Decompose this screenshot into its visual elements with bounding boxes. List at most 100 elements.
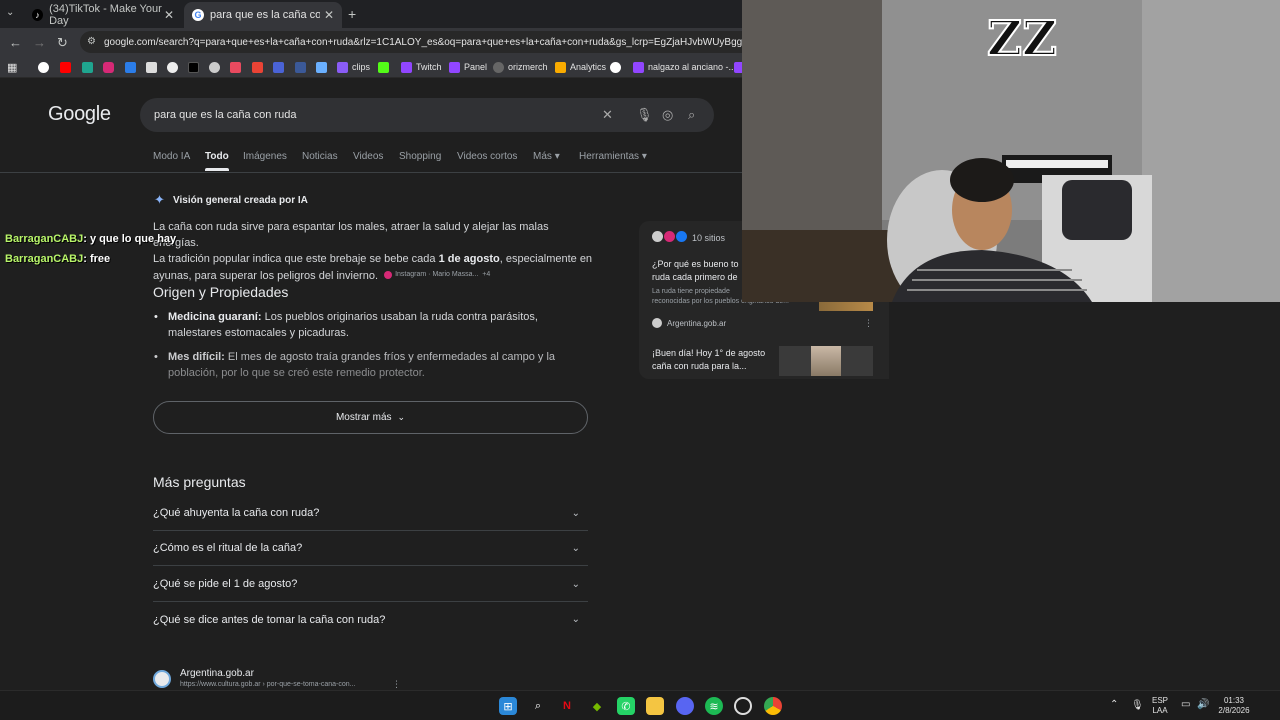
- source-card-title[interactable]: ruda cada primero de: [652, 271, 738, 283]
- bookmark-ext-icon[interactable]: [734, 60, 742, 74]
- tab-videos[interactable]: Videos: [353, 151, 383, 162]
- back-icon[interactable]: ←: [9, 35, 22, 50]
- webcam-scene: ZZ: [742, 0, 1280, 302]
- bullet-item: Medicina guaraní: Los pueblos originario…: [154, 309, 588, 341]
- spotify-icon[interactable]: ≋: [705, 697, 723, 715]
- bookmark-nalgazo[interactable]: nalgazo al anciano -...: [633, 60, 736, 74]
- chevron-down-icon: ⌄: [571, 507, 580, 519]
- webcam-overlay: ZZ: [742, 0, 1280, 302]
- tab-search-dropdown-icon[interactable]: ⌄: [6, 7, 14, 18]
- question-row[interactable]: ¿Qué se pide el 1 de agosto? ⌄: [153, 567, 588, 602]
- microphone-icon[interactable]: 🎙: [1131, 701, 1144, 711]
- url-text: google.com/search?q=para+que+es+la+caña+…: [104, 36, 742, 48]
- tab-tiktok[interactable]: ♪ (34)TikTok - Make Your Day ✕: [24, 2, 182, 28]
- search-icon[interactable]: ⌕: [529, 697, 547, 715]
- forward-icon[interactable]: →: [33, 35, 46, 50]
- nvidia-icon[interactable]: ◆: [588, 697, 606, 715]
- discord-icon[interactable]: [676, 697, 694, 715]
- bookmark-tiktok-icon[interactable]: [188, 60, 203, 74]
- new-tab-icon[interactable]: +: [348, 6, 356, 22]
- apps-icon[interactable]: ▦: [7, 60, 17, 74]
- lens-icon[interactable]: ◎: [662, 107, 673, 123]
- source-thumbnail-photo: [811, 346, 841, 376]
- close-tab-icon[interactable]: ✕: [324, 8, 334, 22]
- search-icon[interactable]: ⌕: [688, 107, 695, 123]
- twitch-icon: [401, 61, 412, 73]
- bookmark-ext-icon[interactable]: [230, 60, 245, 74]
- bookmark-ext-icon[interactable]: [273, 60, 288, 74]
- bookmark-ext-icon[interactable]: [316, 60, 331, 74]
- search-input[interactable]: para que es la caña con ruda: [154, 109, 297, 121]
- section-title: Origen y Propiedades: [153, 284, 289, 300]
- more-options-icon[interactable]: ⋮: [864, 318, 873, 329]
- google-logo[interactable]: Google: [48, 103, 111, 126]
- microphone-icon[interactable]: 🎙: [636, 107, 653, 123]
- clips-icon: [337, 61, 348, 73]
- source-card-title[interactable]: ¡Buen día! Hoy 1° de agosto: [652, 347, 765, 359]
- facebook-icon: [676, 231, 687, 242]
- bookmark-twitch[interactable]: Twitch: [401, 60, 442, 74]
- bookmark-ext-icon[interactable]: [610, 60, 625, 74]
- language-indicator[interactable]: ESP LAA: [1152, 696, 1168, 716]
- tab-herramientas[interactable]: Herramientas ▾: [579, 151, 647, 162]
- source-card-title[interactable]: ¿Por qué es bueno to: [652, 258, 739, 270]
- question-row[interactable]: ¿Qué ahuyenta la caña con ruda? ⌄: [153, 496, 588, 531]
- bookmark-youtube-icon[interactable]: [60, 60, 75, 74]
- tab-todo[interactable]: Todo: [205, 151, 229, 171]
- tab-google-search[interactable]: G para que es la caña con ruda - ✕: [184, 2, 342, 28]
- show-more-button[interactable]: Mostrar más ⌄: [153, 401, 588, 434]
- bookmark-panel[interactable]: Panel: [449, 60, 487, 74]
- clock[interactable]: 01:33 2/8/2026: [1216, 696, 1252, 716]
- bookmark-gmail-icon[interactable]: [252, 60, 267, 74]
- whatsapp-icon[interactable]: ✆: [617, 697, 635, 715]
- source-thumbnail: [819, 301, 873, 311]
- result-site-name[interactable]: Argentina.gob.ar: [180, 668, 254, 679]
- source-card-title[interactable]: caña con ruda para la...: [652, 360, 747, 372]
- display-icon[interactable]: ▭: [1181, 700, 1190, 710]
- instagram-icon: [384, 271, 393, 279]
- bookmark-clips[interactable]: clips: [337, 60, 370, 74]
- file-explorer-icon[interactable]: [646, 697, 664, 715]
- bookmark-ext-icon[interactable]: [167, 60, 182, 74]
- bookmark-google-icon[interactable]: [38, 60, 53, 74]
- bookmark-instagram-icon[interactable]: [103, 60, 118, 74]
- close-tab-icon[interactable]: ✕: [164, 8, 174, 22]
- question-row[interactable]: ¿Qué se dice antes de tomar la caña con …: [153, 602, 588, 637]
- bookmark-ext-icon[interactable]: [146, 60, 161, 74]
- tab-modo-ia[interactable]: Modo IA: [153, 151, 190, 162]
- ai-source-chip[interactable]: Instagram · Mario Massa... +4: [384, 267, 490, 283]
- chevron-down-icon: ⌄: [571, 542, 580, 554]
- clear-icon[interactable]: ✕: [602, 107, 613, 123]
- reload-icon[interactable]: ↻: [57, 35, 68, 51]
- bookmark-ext-icon[interactable]: [82, 60, 97, 74]
- tab-shopping[interactable]: Shopping: [399, 151, 441, 162]
- result-url[interactable]: https://www.cultura.gob.ar › por-que-se-…: [180, 681, 355, 688]
- bookmark-analytics[interactable]: Analytics: [555, 60, 606, 74]
- address-bar[interactable]: ⚙ google.com/search?q=para+que+es+la+cañ…: [80, 31, 742, 53]
- chrome-icon[interactable]: [764, 697, 782, 715]
- search-box[interactable]: para que es la caña con ruda ✕ 🎙 ◎ ⌕: [140, 98, 714, 132]
- site-info-icon[interactable]: ⚙: [87, 36, 96, 47]
- twitch-icon: [633, 61, 644, 73]
- tab-imagenes[interactable]: Imágenes: [243, 151, 287, 162]
- windows-start-icon[interactable]: ⊞: [499, 697, 517, 715]
- bookmark-ext-icon[interactable]: [125, 60, 140, 74]
- sources-count[interactable]: 10 sitios: [692, 232, 725, 244]
- source-card-snippet: La ruda tiene propiedade: [652, 288, 730, 295]
- netflix-icon[interactable]: N: [558, 697, 576, 715]
- tab-mas[interactable]: Más ▾: [533, 151, 560, 162]
- windows-taskbar: ⊞ ⌕ N ◆ ✆ ≋ ⌃ 🎙 ESP LAA ▭ 🔊 01:33 2/8/2026: [0, 690, 1280, 720]
- bookmark-ext-icon[interactable]: [295, 60, 310, 74]
- volume-icon[interactable]: 🔊: [1197, 700, 1209, 710]
- bookmark-orizmerch[interactable]: orizmerch: [493, 60, 548, 74]
- obs-icon[interactable]: [734, 697, 752, 715]
- bookmark-kick-icon[interactable]: [378, 60, 393, 74]
- ai-overview-header: Visión general creada por IA: [173, 195, 308, 206]
- question-row[interactable]: ¿Cómo es el ritual de la caña? ⌄: [153, 531, 588, 566]
- bookmark-ext-icon[interactable]: [209, 60, 224, 74]
- tray-overflow-icon[interactable]: ⌃: [1110, 700, 1118, 710]
- people-also-ask-title: Más preguntas: [153, 474, 246, 490]
- more-options-icon[interactable]: ⋮: [392, 679, 401, 690]
- tab-videos-cortos[interactable]: Videos cortos: [457, 151, 517, 162]
- tab-noticias[interactable]: Noticias: [302, 151, 338, 162]
